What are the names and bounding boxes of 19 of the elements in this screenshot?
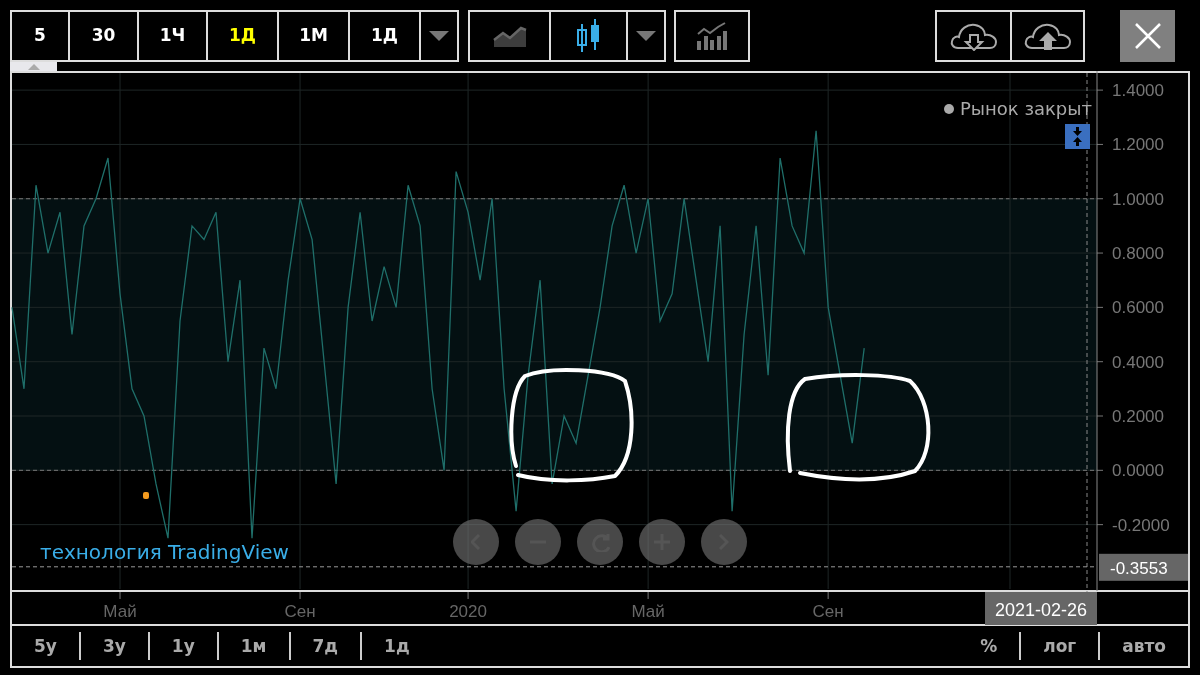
price-axis-label: -0.2000 [1112,515,1170,535]
time-axis-label: Май [103,602,137,621]
time-axis-label: 2020 [449,602,487,621]
time-axis-label: Сен [812,602,844,621]
date-label: 2021-02-26 [985,592,1097,625]
branding-text: технология TradingView [40,539,289,566]
time-axis-label: Сен [284,602,316,621]
price-axis-label: 1.2000 [1112,135,1164,155]
price-axis-label: 1.4000 [1112,81,1164,101]
price-axis-label: 1.0000 [1112,189,1164,209]
price-axis-label: 0.2000 [1112,407,1164,426]
time-axis-label: Май [631,602,665,621]
market-status: Рынок закрыт [959,97,1092,121]
price-axis-label: 0.6000 [1112,298,1164,318]
price-axis-label: 0.4000 [1112,352,1164,372]
ref-line-label: -0.3553 [1110,558,1168,578]
price-label: -0.3553 [1099,553,1188,581]
price-axis-label: 0.8000 [1112,244,1164,264]
price-axis-label: 0.0000 [1112,461,1164,481]
